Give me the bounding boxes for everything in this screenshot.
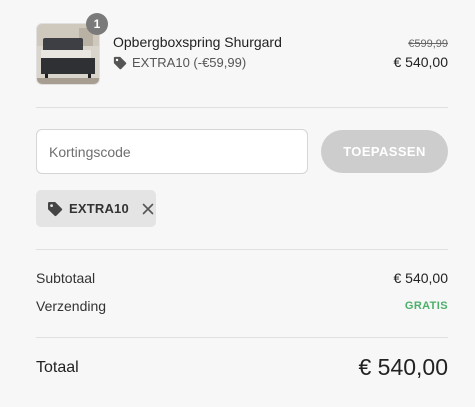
subtotal-value: € 540,00 [393,270,449,286]
order-summary: 1 Opbergboxspring Shurgard EXTRA10 (-€59… [36,0,448,407]
close-icon[interactable] [141,202,155,216]
divider [36,337,448,338]
divider [36,249,448,250]
apply-discount-button[interactable]: TOEPASSEN [321,130,448,173]
tag-icon [48,201,63,216]
tag-icon [113,56,127,69]
product-discount: EXTRA10 (-€59,99) [113,55,246,70]
shipping-label: Verzending [36,298,107,314]
divider [36,107,448,108]
discount-code-input[interactable] [36,129,308,174]
remove-discount-button[interactable] [141,202,155,216]
total-label: Totaal [36,358,79,376]
subtotal-label: Subtotaal [36,270,96,286]
total-value: € 540,00 [358,354,448,380]
shipping-value: GRATIS [404,300,448,312]
applied-code-label: EXTRA10 [69,201,129,216]
total-row: Totaal € 540,00 [36,354,448,381]
subtotal-row: Subtotaal € 540,00 [36,270,448,286]
shipping-row: Verzending GRATIS [36,298,448,314]
product-name: Opbergboxspring Shurgard [113,34,282,50]
product-discount-text: EXTRA10 (-€59,99) [132,55,247,70]
cart-line-item: 1 Opbergboxspring Shurgard EXTRA10 (-€59… [36,13,449,86]
original-price: €599,99 [408,38,448,50]
final-price: € 540,00 [393,54,449,70]
applied-discount-chip: EXTRA10 [36,190,156,227]
quantity-badge: 1 [86,13,108,35]
